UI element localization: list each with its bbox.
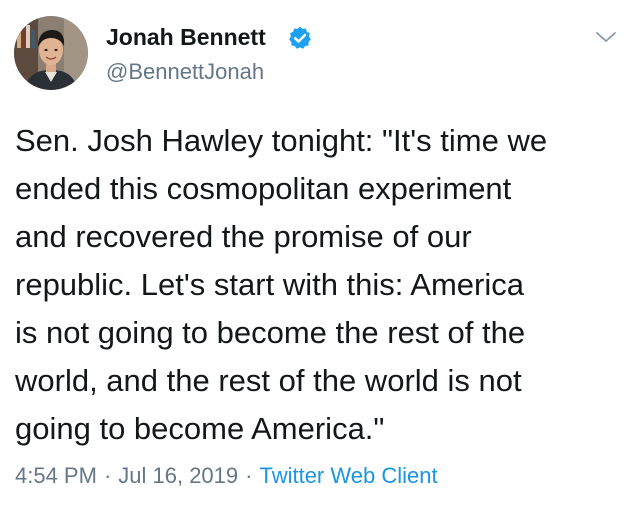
tweet-meta: 4:54 PM · Jul 16, 2019 · Twitter Web Client xyxy=(15,463,438,489)
display-name[interactable]: Jonah Bennett xyxy=(106,24,266,51)
tweet-card: Jonah Bennett @BennettJonah Sen. Josh Ha… xyxy=(0,0,640,509)
tweet-date[interactable]: Jul 16, 2019 xyxy=(118,463,238,488)
tweet-time[interactable]: 4:54 PM xyxy=(15,463,97,488)
handle[interactable]: @BennettJonah xyxy=(106,59,264,85)
tweet-client-link[interactable]: Twitter Web Client xyxy=(259,463,437,488)
chevron-down-icon[interactable] xyxy=(594,30,618,44)
verified-badge-icon xyxy=(289,26,311,49)
avatar[interactable] xyxy=(14,16,88,90)
meta-separator: · xyxy=(245,463,253,488)
tweet-text: Sen. Josh Hawley tonight: "It's time we … xyxy=(15,123,548,446)
meta-separator: · xyxy=(103,463,112,488)
